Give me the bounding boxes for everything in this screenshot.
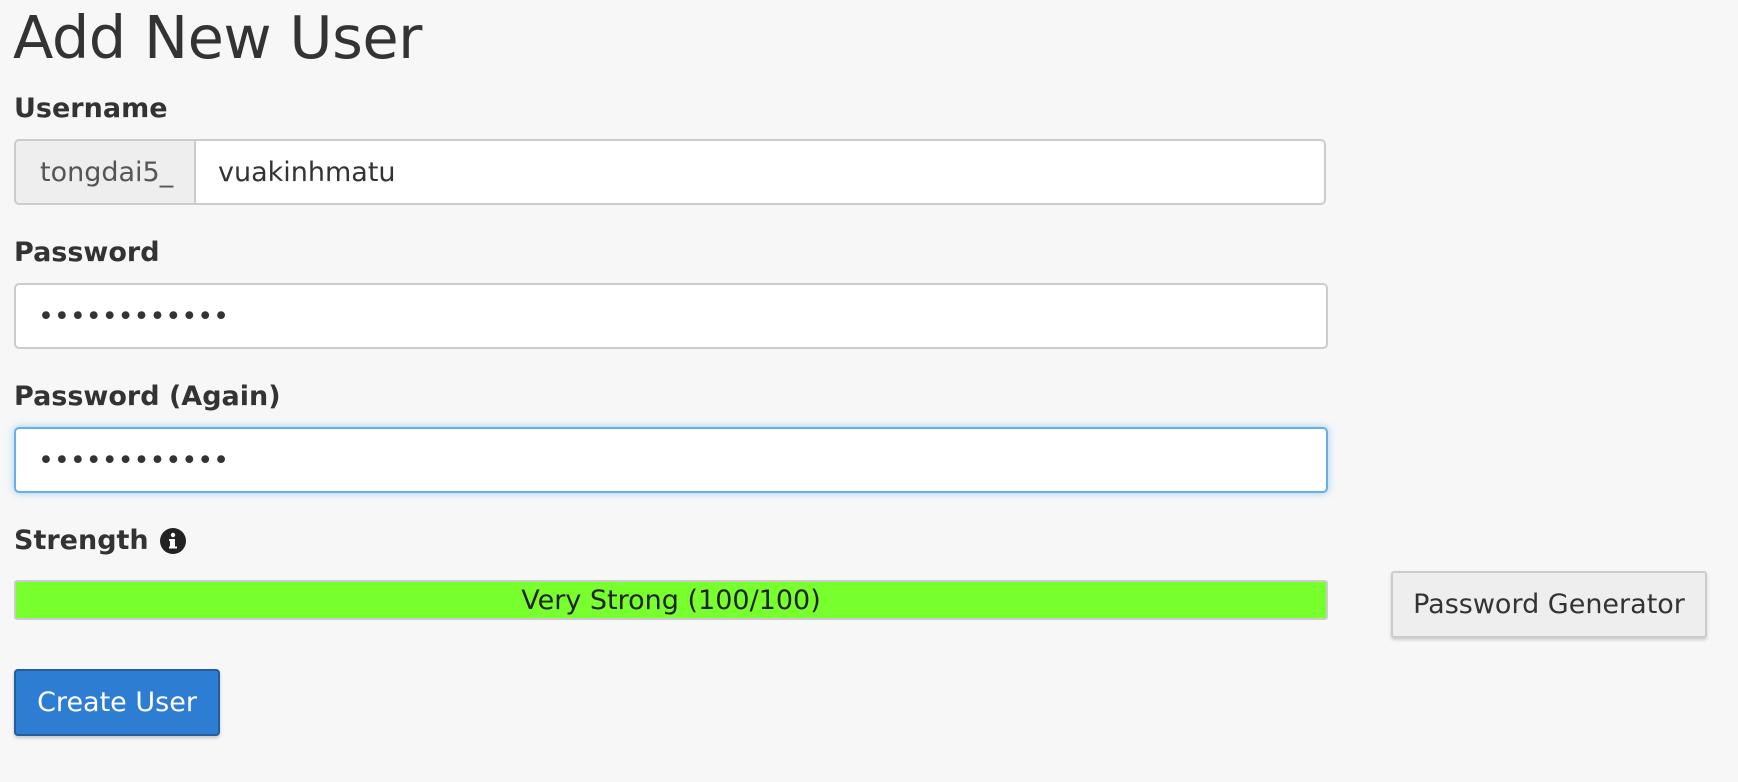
- password-input[interactable]: [14, 283, 1328, 349]
- password-label: Password: [14, 237, 160, 268]
- password-again-label: Password (Again): [14, 381, 281, 412]
- password-generator-button[interactable]: Password Generator: [1391, 571, 1707, 638]
- add-user-page: Add New User Username tongdai5_ Password…: [0, 0, 1738, 782]
- strength-label: Strength: [14, 525, 149, 556]
- strength-text: Very Strong (100/100): [521, 584, 821, 616]
- strength-label-row: Strength: [14, 524, 187, 558]
- username-input-group: tongdai5_: [14, 139, 1326, 205]
- create-user-button[interactable]: Create User: [14, 669, 220, 736]
- username-input[interactable]: [194, 139, 1326, 205]
- username-label: Username: [14, 93, 168, 124]
- page-title: Add New User: [13, 3, 422, 72]
- info-circle-icon[interactable]: [159, 527, 187, 555]
- password-again-input[interactable]: [14, 427, 1328, 493]
- strength-meter: Very Strong (100/100): [14, 580, 1328, 620]
- username-prefix-addon: tongdai5_: [14, 139, 194, 205]
- username-prefix: tongdai5_: [40, 156, 174, 188]
